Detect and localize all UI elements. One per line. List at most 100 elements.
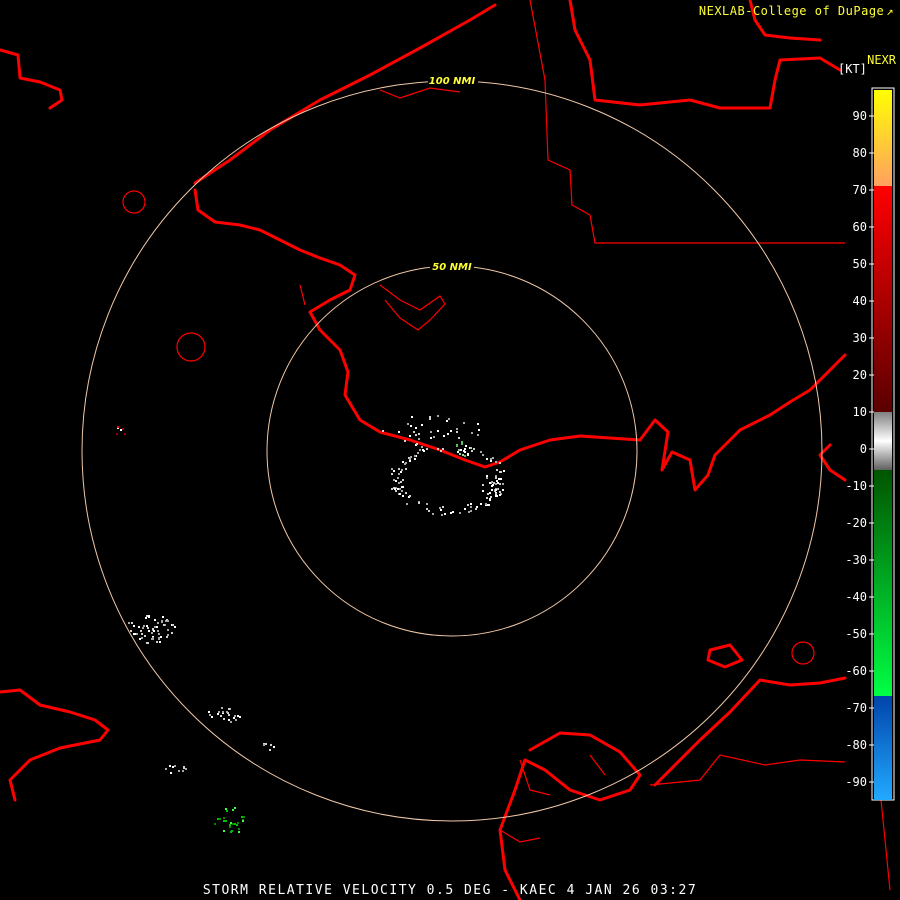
- echo-pixel: [234, 715, 236, 717]
- legend-tick-label: -30: [845, 553, 867, 567]
- ring-label-100nmi: 100 NMI: [429, 76, 476, 87]
- echo-pixel: [120, 429, 122, 431]
- echo-pixel: [398, 468, 400, 470]
- lower-right-coast: [653, 676, 847, 787]
- echo-pixel: [228, 714, 230, 716]
- echo-pixel: [487, 493, 489, 495]
- legend-band-red: [874, 186, 892, 412]
- echo-pixel: [502, 489, 504, 491]
- echo-pixel: [235, 719, 237, 721]
- echo-pixel: [414, 458, 416, 460]
- echo-pixel: [156, 626, 158, 628]
- echo-pixel: [138, 626, 140, 628]
- echo-pixel: [495, 483, 497, 485]
- echo-pixel: [233, 717, 235, 719]
- echo-pixel: [491, 485, 493, 487]
- echo-pixel: [482, 454, 484, 456]
- echo-pixel: [161, 621, 163, 623]
- echo-pixel: [391, 488, 393, 490]
- echo-pixel: [409, 495, 411, 497]
- echo-pixel: [398, 473, 400, 475]
- echo-pixel: [430, 437, 432, 439]
- echo-pixel: [480, 503, 482, 505]
- legend-tick-label: 10: [853, 405, 867, 419]
- echo-pixel: [182, 770, 184, 772]
- echo-pixel: [163, 624, 165, 626]
- echo-pixel: [174, 765, 176, 767]
- echo-pixel: [146, 625, 148, 627]
- echo-pixel: [166, 636, 168, 638]
- echo-pixel: [473, 448, 475, 450]
- echo-pixel: [229, 826, 231, 828]
- echo-pixel: [162, 616, 164, 618]
- echo-pixel: [225, 820, 227, 822]
- credit-label[interactable]: NEXLAB-College of DuPage ↗: [699, 4, 894, 18]
- echo-pixel: [147, 627, 149, 629]
- range-ring-50nmi: [266, 265, 638, 637]
- echo-pixel: [237, 822, 239, 824]
- echo-pixel: [467, 453, 469, 455]
- echo-pixel: [489, 492, 491, 494]
- echo-pixel: [223, 830, 225, 832]
- echo-pixel: [154, 619, 156, 621]
- echo-pixel: [471, 450, 473, 452]
- echo-pixel: [499, 483, 501, 485]
- echo-pixel: [428, 510, 430, 512]
- echo-pixel: [232, 823, 234, 825]
- legend-tick-label: -20: [845, 516, 867, 530]
- echo-pixel: [242, 820, 244, 822]
- echo-pixel: [499, 462, 501, 464]
- echo-pixel: [456, 445, 458, 447]
- echo-pixel: [241, 816, 243, 818]
- echo-pixel: [209, 714, 211, 716]
- echo-pixel: [154, 626, 156, 628]
- echo-pixel: [417, 452, 419, 454]
- echo-pixel: [490, 458, 492, 460]
- echo-pixel: [440, 450, 442, 452]
- echo-pixel: [441, 514, 443, 516]
- echo-pixel: [405, 468, 407, 470]
- echo-pixel: [405, 492, 407, 494]
- echo-pixel: [477, 423, 479, 425]
- echo-pixel: [464, 448, 466, 450]
- echo-pixel: [490, 496, 492, 498]
- echo-pixel: [439, 507, 441, 509]
- echo-pixel: [148, 615, 150, 617]
- echo-pixel: [157, 622, 159, 624]
- echo-pixel: [480, 451, 482, 453]
- echo-pixel: [230, 831, 232, 833]
- echo-pixel: [415, 427, 417, 429]
- echo-pixel: [460, 449, 462, 451]
- unit-label: [KT]: [838, 62, 867, 76]
- legend-tick-label: 60: [853, 220, 867, 234]
- echo-pixel: [133, 625, 135, 627]
- echo-pixel: [430, 431, 432, 433]
- echo-pixel: [493, 482, 495, 484]
- echo-pixel: [243, 816, 245, 818]
- echo-pixel: [429, 416, 431, 418]
- echo-pixel: [492, 457, 494, 459]
- echo-pixel: [496, 469, 498, 471]
- echo-pixel: [443, 435, 445, 437]
- range-ring-100nmi: [81, 80, 823, 822]
- echo-pixel: [217, 818, 219, 820]
- echo-pixel: [208, 711, 210, 713]
- echo-pixel: [401, 469, 403, 471]
- echo-pixel: [393, 470, 395, 472]
- legend-tick-label: 30: [853, 331, 867, 345]
- legend-tick-label: 20: [853, 368, 867, 382]
- north-coastline: [193, 3, 497, 185]
- echo-pixel: [461, 441, 463, 443]
- echo-pixel: [117, 426, 119, 428]
- echo-pixel: [503, 470, 505, 472]
- echo-pixel: [142, 627, 144, 629]
- echo-pixel: [426, 448, 428, 450]
- echo-pixel: [157, 630, 159, 632]
- border-layer: [122, 0, 891, 891]
- echo-pixel: [419, 449, 421, 451]
- echo-pixel: [447, 433, 449, 435]
- echo-pixel: [429, 418, 431, 420]
- legend-tick-label: 80: [853, 146, 867, 160]
- echo-pixel: [409, 458, 411, 460]
- velocity-legend: 90 80 70 60 50 40 30 20 10 0 -10 -20 -30 -40 -50 -60 -70…: [845, 87, 895, 801]
